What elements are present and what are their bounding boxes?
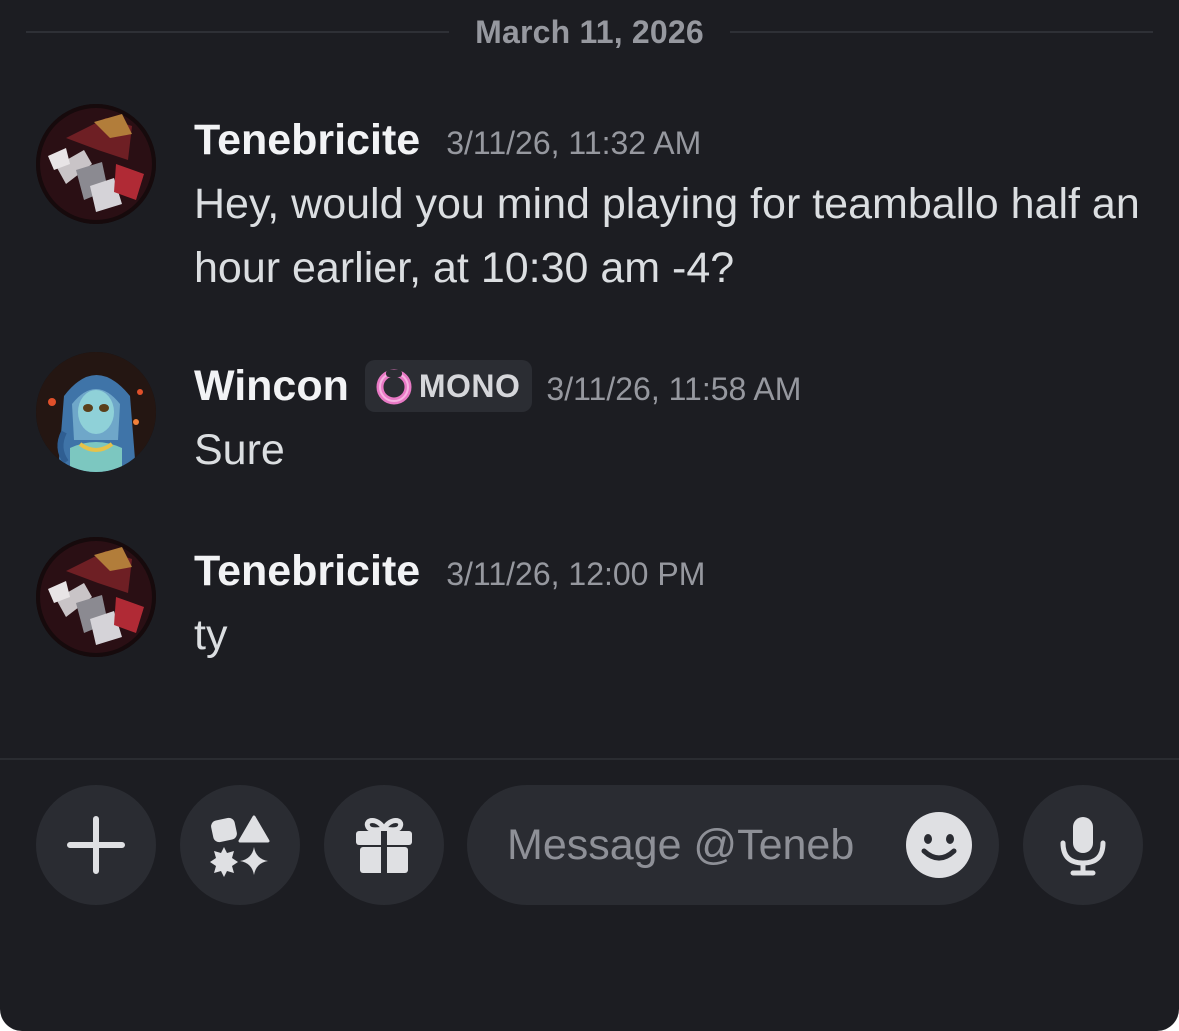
- dm-chat-screen: March 11, 2026 Tenebricite 3/11/26, 11:3…: [0, 0, 1179, 1031]
- message-text: Hey, would you mind playing for teamball…: [194, 180, 1140, 292]
- emoji-icon[interactable]: [905, 811, 973, 879]
- divider-line-right: [729, 31, 1153, 33]
- microphone-icon: [1060, 817, 1106, 876]
- tenebricite-avatar-icon: [36, 104, 156, 224]
- message-input[interactable]: [507, 820, 857, 870]
- avatar[interactable]: [36, 104, 156, 224]
- avatar[interactable]: [36, 537, 156, 657]
- message-input-container[interactable]: [467, 785, 999, 905]
- apps-button[interactable]: [180, 785, 300, 905]
- message-text: Sure: [194, 426, 285, 474]
- apps-icon: [210, 815, 270, 877]
- timestamp: 3/11/26, 11:58 AM: [546, 370, 802, 407]
- plus-icon: [67, 816, 125, 874]
- divider-line-left: [26, 31, 450, 33]
- badge-label: MONO: [418, 367, 521, 404]
- message-header: Tenebricite 3/11/26, 12:00 PM: [194, 539, 1149, 603]
- username[interactable]: Tenebricite: [194, 116, 420, 165]
- timestamp: 3/11/26, 11:32 AM: [446, 124, 702, 161]
- message-text: ty: [194, 611, 228, 659]
- pink-ring-icon: [376, 369, 412, 405]
- avatar[interactable]: [36, 352, 156, 472]
- voice-message-button[interactable]: [1023, 785, 1143, 905]
- message-body: Tenebricite 3/11/26, 11:32 AM Hey, would…: [194, 108, 1149, 300]
- gift-icon: [356, 818, 412, 873]
- message-header: Tenebricite 3/11/26, 11:32 AM: [194, 108, 1149, 172]
- message-body: Tenebricite 3/11/26, 12:00 PM ty: [194, 539, 1149, 667]
- message-body: Wincon MONO 3/11/26, 11:58 AM Sure: [194, 354, 1149, 482]
- message-header: Wincon MONO 3/11/26, 11:58 AM: [194, 354, 1149, 418]
- server-tag-badge[interactable]: MONO: [364, 360, 533, 412]
- username[interactable]: Wincon: [194, 362, 349, 411]
- username[interactable]: Tenebricite: [194, 547, 420, 596]
- gift-button[interactable]: [324, 785, 444, 905]
- composer-divider: [0, 758, 1179, 760]
- timestamp: 3/11/26, 12:00 PM: [446, 555, 706, 592]
- add-attachment-button[interactable]: [36, 785, 156, 905]
- date-divider-label: March 11, 2026: [475, 13, 704, 50]
- date-divider: March 11, 2026: [26, 0, 1153, 64]
- wincon-avatar-icon: [36, 352, 156, 472]
- tenebricite-avatar-icon: [36, 537, 156, 657]
